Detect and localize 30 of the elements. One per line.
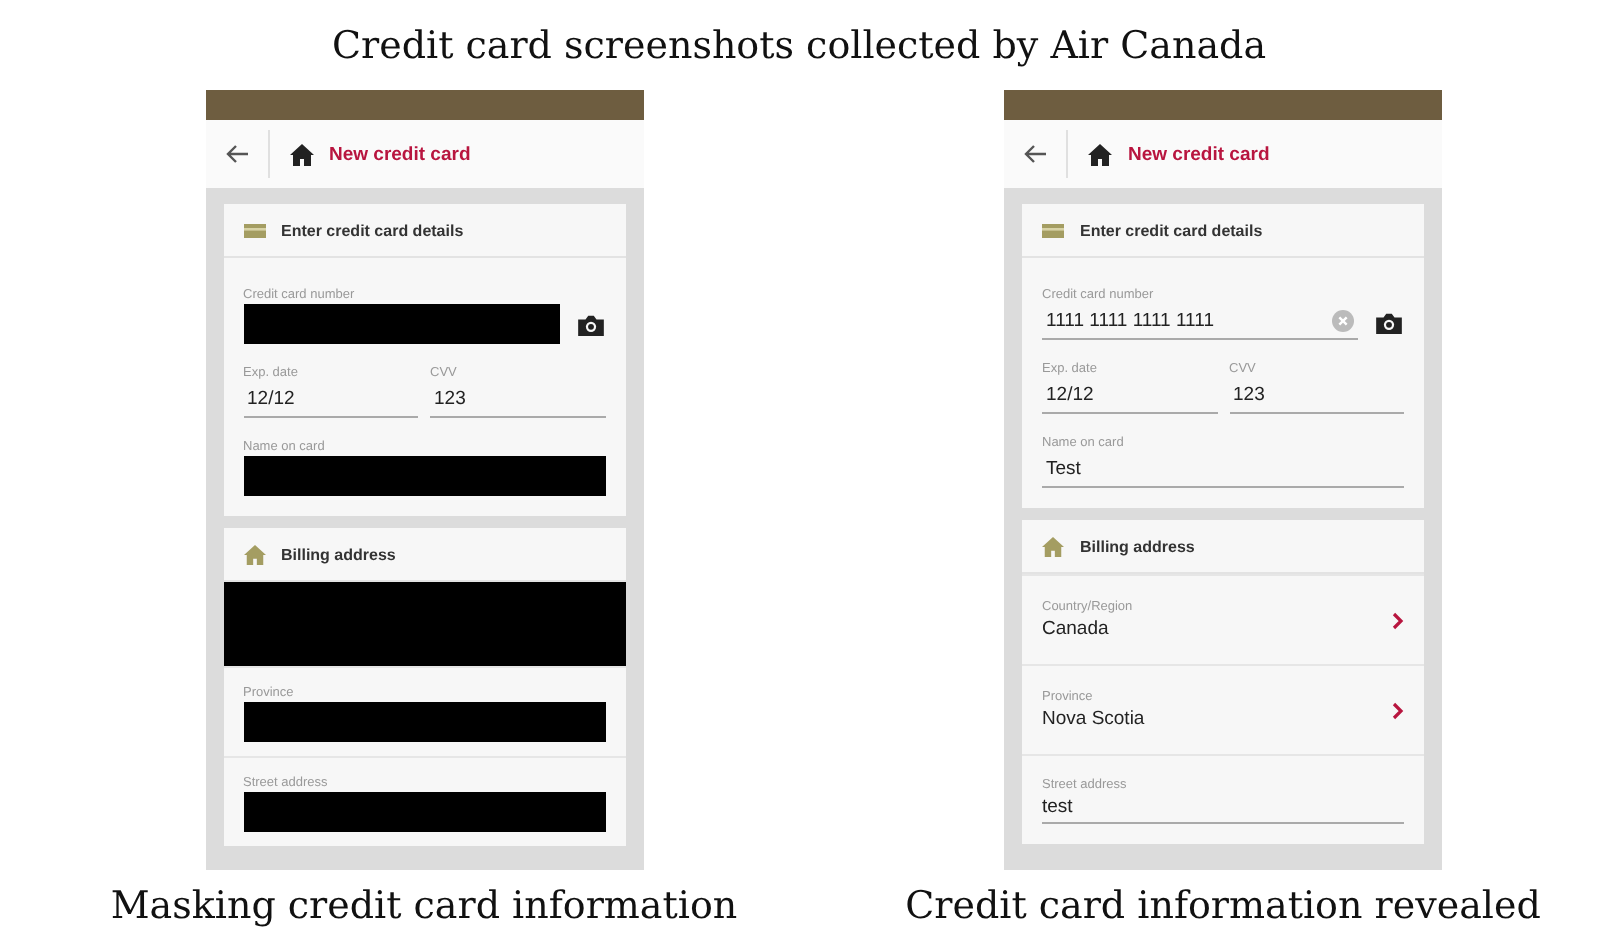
figure-caption: Credit card information revealed [905, 884, 1541, 928]
section-title: Enter credit card details [281, 221, 464, 239]
select-value[interactable]: Nova Scotia [1042, 705, 1392, 733]
camera-icon[interactable] [1374, 311, 1404, 333]
chevron-right-icon[interactable] [1392, 701, 1404, 719]
input-field[interactable]: 123 [1229, 378, 1404, 414]
select-value[interactable]: Canada [1042, 615, 1392, 643]
home-icon[interactable] [1088, 143, 1112, 165]
credit-card-icon [1042, 223, 1064, 237]
home-icon[interactable] [289, 143, 313, 165]
page-title: New credit card [329, 143, 471, 165]
input-field[interactable]: 123 [430, 382, 605, 418]
house-icon [1042, 535, 1064, 557]
input-field[interactable]: 12/12 [243, 382, 418, 418]
input-field[interactable]: Test [1042, 452, 1404, 488]
section-title: Billing address [1080, 537, 1195, 555]
section-title: Enter credit card details [1080, 221, 1263, 239]
credit-card-icon [243, 223, 265, 237]
section-title: Billing address [281, 545, 396, 563]
input-field[interactable]: test [1042, 794, 1404, 824]
input-field[interactable]: 12/12 [1042, 378, 1217, 414]
camera-icon[interactable] [575, 313, 605, 335]
figure-title: Credit card screenshots collected by Air Canada [329, 22, 1269, 72]
house-icon [243, 543, 265, 565]
input-field[interactable]: 1111 1111 1111 1111 [1042, 304, 1358, 340]
figure-caption: Masking credit card information [110, 884, 738, 928]
back-arrow-icon[interactable] [1024, 144, 1048, 164]
chevron-right-icon[interactable] [1392, 611, 1404, 629]
page-title: New credit card [1128, 143, 1270, 165]
back-arrow-icon[interactable] [225, 144, 249, 164]
